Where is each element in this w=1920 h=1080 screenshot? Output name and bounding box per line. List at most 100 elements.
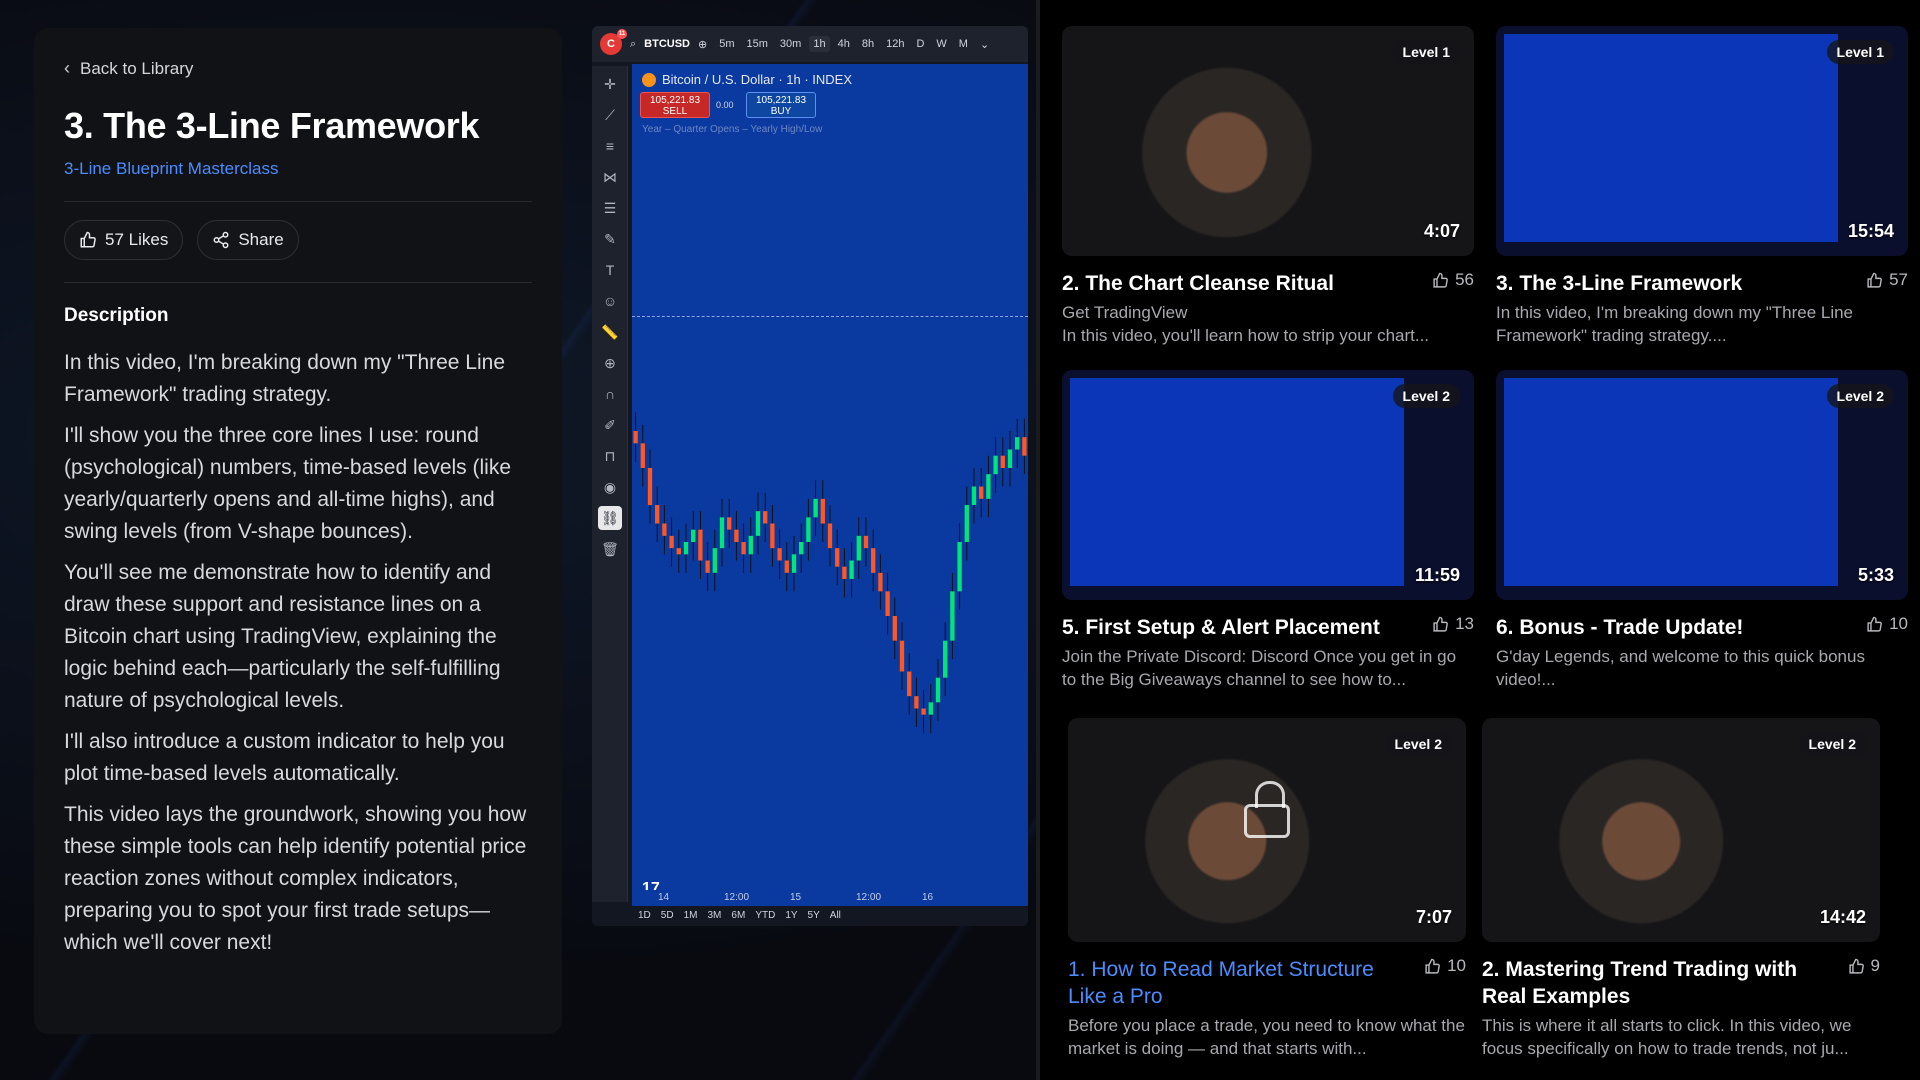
- candle: [849, 560, 854, 579]
- range-All[interactable]: All: [830, 910, 841, 921]
- video-card[interactable]: Level 1 15:54 3. The 3-Line Framework 57 In …: [1496, 26, 1908, 347]
- search-icon[interactable]: ⌕: [630, 38, 636, 51]
- description-paragraph: I'll show you the three core lines I use…: [64, 424, 512, 543]
- card-title[interactable]: 2. The Chart Cleanse Ritual: [1062, 270, 1334, 297]
- divider: [64, 201, 532, 202]
- range-6M[interactable]: 6M: [731, 910, 745, 921]
- crosshair-icon[interactable]: ✛: [598, 72, 622, 96]
- timeframe-M[interactable]: M: [955, 36, 972, 52]
- link-icon[interactable]: ⛓: [598, 506, 622, 530]
- card-title[interactable]: 2. Mastering Trend Trading with Real Exa…: [1482, 956, 1840, 1010]
- video-card[interactable]: Level 2 11:59 5. First Setup & Alert Place…: [1062, 370, 1474, 691]
- video-card[interactable]: Level 2 14:42 2. Mastering Trend Trading w…: [1482, 718, 1880, 1060]
- timeframe-12h[interactable]: 12h: [882, 36, 908, 52]
- lesson-title: 3. The 3-Line Framework: [64, 105, 480, 146]
- ruler-icon[interactable]: 📏: [598, 320, 622, 344]
- candle: [1007, 449, 1013, 468]
- timeframe-15m[interactable]: 15m: [743, 36, 772, 52]
- candle: [863, 535, 869, 549]
- candle: [734, 529, 739, 542]
- screen: ‹ Back to Library 3. The 3-Line Framewor…: [0, 0, 1920, 1080]
- candle: [748, 535, 753, 555]
- range-1M[interactable]: 1M: [684, 910, 698, 921]
- candle: [705, 560, 710, 573]
- video-thumbnail[interactable]: Level 2 11:59: [1062, 370, 1474, 600]
- video-thumbnail[interactable]: Level 2 5:33: [1496, 370, 1908, 600]
- thumbs-up-icon: [1425, 958, 1440, 974]
- duration-label: 7:07: [1415, 907, 1452, 927]
- candle: [1000, 455, 1005, 468]
- range-1Y[interactable]: 1Y: [785, 910, 797, 921]
- duration-label: 5:33: [1857, 565, 1894, 585]
- thumbs-up-icon: [1433, 272, 1448, 288]
- trend-line-icon[interactable]: ⟋: [598, 103, 622, 127]
- description-paragraph: This video lays the groundwork, showing …: [64, 803, 527, 954]
- lock-drawing-icon[interactable]: ✐: [598, 413, 622, 437]
- text-icon[interactable]: T: [598, 258, 622, 282]
- timeframe-5m[interactable]: 5m: [715, 36, 738, 52]
- fib-icon[interactable]: ☰: [598, 196, 622, 220]
- range-5D[interactable]: 5D: [661, 910, 674, 921]
- range-1D[interactable]: 1D: [638, 910, 651, 921]
- video-thumbnail[interactable]: Level 1 4:07: [1062, 26, 1474, 256]
- add-symbol-icon[interactable]: ⊕: [698, 38, 707, 51]
- magnet-icon[interactable]: ∩: [598, 382, 622, 406]
- candle: [914, 696, 919, 709]
- likes-count: 57: [1889, 270, 1908, 289]
- range-5Y[interactable]: 5Y: [808, 910, 820, 921]
- related-videos-panel: Level 1 4:07 2. The Chart Cleanse Ritual 56…: [1036, 0, 1920, 1080]
- duration-label: 15:54: [1847, 221, 1894, 241]
- video-thumbnail[interactable]: Level 1 15:54: [1496, 26, 1908, 256]
- card-title-row: 5. First Setup & Alert Placement 13: [1062, 614, 1474, 641]
- video-thumbnail[interactable]: Level 2 7:07: [1068, 718, 1466, 942]
- candle: [633, 431, 638, 444]
- video-card[interactable]: Level 2 5:33 6. Bonus - Trade Update! 10 G'd…: [1496, 370, 1908, 691]
- video-card[interactable]: Level 2 7:07 1. How to Read Market Structu…: [1068, 718, 1466, 1060]
- thumbs-up-icon: [1848, 958, 1864, 974]
- timeframe-30m[interactable]: 30m: [776, 36, 805, 52]
- course-link[interactable]: 3-Line Blueprint Masterclass: [64, 159, 536, 179]
- share-button[interactable]: Share: [197, 220, 299, 260]
- candle: [856, 535, 861, 561]
- candle: [871, 548, 876, 573]
- timeframe-W[interactable]: W: [932, 36, 950, 52]
- card-title[interactable]: 6. Bonus - Trade Update!: [1496, 614, 1743, 641]
- candle: [755, 511, 761, 536]
- card-likes: 9: [1848, 956, 1880, 976]
- like-button[interactable]: 57 Likes: [64, 220, 184, 260]
- chevron-down-icon[interactable]: ⌄: [980, 38, 989, 51]
- symbol-label[interactable]: BTCUSD: [644, 38, 690, 50]
- brush-icon[interactable]: ✎: [598, 227, 622, 251]
- time-axis-label: 12:00: [856, 892, 882, 903]
- trash-icon[interactable]: 🗑: [598, 537, 622, 561]
- card-likes: 13: [1432, 614, 1474, 634]
- candle: [943, 640, 948, 678]
- candle: [907, 671, 912, 697]
- video-card[interactable]: Level 1 4:07 2. The Chart Cleanse Ritual 56…: [1062, 26, 1474, 347]
- tradingview-logo-icon[interactable]: C 11: [600, 29, 627, 55]
- timeframe-1h[interactable]: 1h: [809, 36, 830, 52]
- range-3M[interactable]: 3M: [708, 910, 722, 921]
- candle: [986, 474, 991, 499]
- candle: [640, 443, 645, 468]
- timeframe-D[interactable]: D: [912, 36, 928, 52]
- timeframe-4h[interactable]: 4h: [834, 36, 854, 52]
- timeframe-8h[interactable]: 8h: [858, 36, 878, 52]
- duration-label: 4:07: [1423, 221, 1460, 241]
- lock-icon[interactable]: ⊓: [598, 444, 622, 468]
- emoji-icon[interactable]: ☺: [598, 289, 622, 313]
- back-to-library-link[interactable]: ‹ Back to Library: [64, 58, 536, 79]
- pattern-icon[interactable]: ⋈: [598, 165, 622, 189]
- horizontal-lines-icon[interactable]: ≡: [598, 134, 622, 158]
- candle: [691, 529, 696, 542]
- card-title[interactable]: 5. First Setup & Alert Placement: [1062, 614, 1380, 641]
- range-YTD[interactable]: YTD: [755, 910, 775, 921]
- thumbs-up-icon: [1433, 616, 1448, 632]
- price-chart[interactable]: Bitcoin / U.S. Dollar · 1h · INDEX 105,2…: [632, 64, 1028, 906]
- video-thumbnail[interactable]: Level 2 14:42: [1482, 718, 1880, 942]
- zoom-icon[interactable]: ⊕: [598, 351, 622, 375]
- card-description: Join the Private Discord: Discord Once y…: [1062, 647, 1457, 689]
- card-title[interactable]: 3. The 3-Line Framework: [1496, 270, 1742, 297]
- card-title[interactable]: 1. How to Read Market Structure Like a P…: [1068, 956, 1416, 1010]
- eye-icon[interactable]: ◉: [598, 475, 622, 499]
